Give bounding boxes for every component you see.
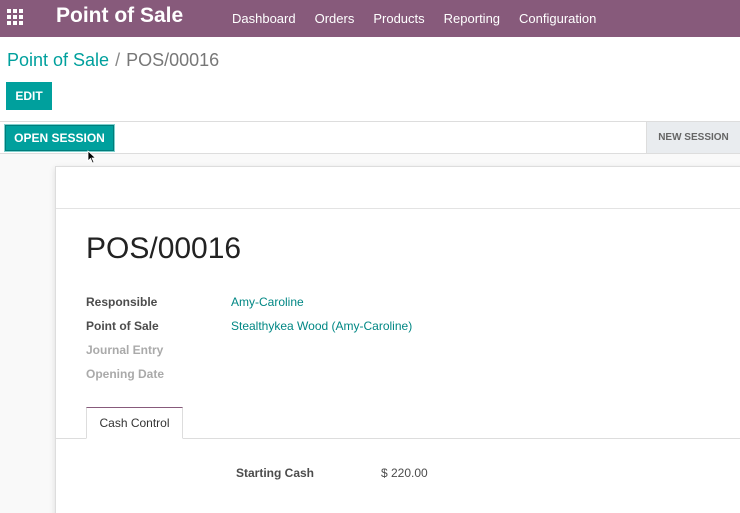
app-brand[interactable]: Point of Sale [56, 4, 183, 28]
control-panel: Point of Sale / POS/00016 EDIT [0, 37, 740, 121]
breadcrumb-separator: / [115, 50, 121, 70]
starting-cash-value: $ 220.00 [381, 466, 428, 480]
breadcrumb-current: POS/00016 [126, 50, 220, 70]
menu-item-orders[interactable]: Orders [315, 11, 355, 26]
field-label-responsible: Responsible [86, 295, 158, 309]
form-sheet: POS/00016 Responsible Amy-Caroline Point… [55, 166, 740, 513]
apps-menu-icon[interactable] [7, 9, 23, 25]
sheet-header-band [56, 167, 740, 209]
open-session-button[interactable]: OPEN SESSION [5, 125, 114, 151]
field-value-point-of-sale[interactable]: Stealthykea Wood (Amy-Caroline) [231, 319, 412, 333]
menu-item-configuration[interactable]: Configuration [519, 11, 596, 26]
record-title: POS/00016 [86, 232, 242, 265]
form-statusbar: OPEN SESSION NEW SESSION [0, 121, 740, 154]
menu-item-reporting[interactable]: Reporting [444, 11, 500, 26]
mouse-cursor-icon [87, 150, 97, 164]
field-value-responsible[interactable]: Amy-Caroline [231, 295, 304, 309]
top-navbar: Point of Sale Dashboard Orders Products … [0, 0, 740, 37]
field-label-point-of-sale: Point of Sale [86, 319, 159, 333]
breadcrumb-parent-link[interactable]: Point of Sale [7, 50, 109, 70]
menu-item-dashboard[interactable]: Dashboard [232, 11, 296, 26]
menu-item-products[interactable]: Products [373, 11, 424, 26]
field-label-opening-date: Opening Date [86, 367, 165, 381]
field-label-journal-entry: Journal Entry [86, 343, 164, 357]
starting-cash-label: Starting Cash [236, 466, 315, 480]
edit-button[interactable]: EDIT [6, 82, 52, 110]
tab-cash-control[interactable]: Cash Control [86, 407, 183, 439]
breadcrumb: Point of Sale / POS/00016 [7, 50, 219, 70]
status-new-session[interactable]: NEW SESSION [646, 122, 740, 153]
main-menu: Dashboard Orders Products Reporting Conf… [232, 0, 615, 37]
